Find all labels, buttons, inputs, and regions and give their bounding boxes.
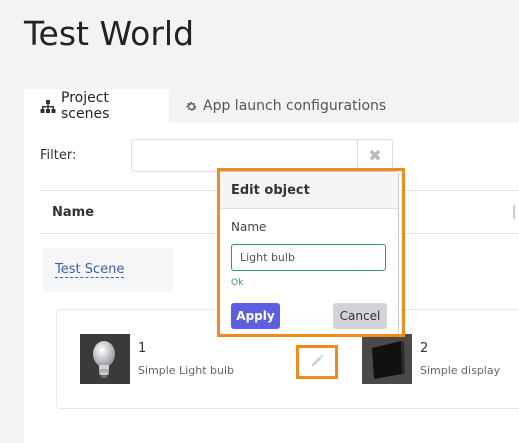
light-bulb-thumbnail[interactable] — [80, 334, 130, 384]
object-number: 2 — [420, 341, 429, 356]
name-label: Name — [231, 220, 267, 234]
page-title: Test World — [24, 14, 195, 53]
validation-message: Ok — [231, 278, 244, 288]
name-input[interactable] — [231, 244, 386, 271]
tab-project-scenes[interactable]: Project scenes — [24, 89, 169, 123]
edit-object-popover: Edit object Name Ok Apply Cancel — [219, 171, 399, 335]
cancel-button[interactable]: Cancel — [333, 303, 387, 329]
sitemap-icon — [40, 99, 56, 113]
tab-label: App launch configurations — [203, 98, 387, 114]
tab-label: Project scenes — [61, 90, 110, 122]
object-description: Simple Light bulb — [138, 364, 234, 377]
filter-input[interactable] — [131, 139, 357, 172]
tab-app-launch-configurations[interactable]: App launch configurations — [169, 89, 402, 123]
scene-row: Test Scene — [43, 248, 173, 292]
scene-name-link[interactable]: Test Scene — [55, 262, 125, 278]
object-number: 1 — [138, 341, 147, 356]
apply-button[interactable]: Apply — [231, 303, 280, 329]
column-header-name: Name — [52, 205, 95, 220]
popover-title: Edit object — [220, 172, 398, 209]
display-thumbnail[interactable] — [362, 334, 412, 384]
filter-clear-button[interactable]: ✖ — [357, 139, 393, 172]
column-resize-handle[interactable] — [513, 205, 515, 219]
close-icon: ✖ — [368, 146, 382, 165]
filter-label: Filter: — [40, 148, 77, 163]
edit-object-button[interactable] — [296, 345, 338, 379]
object-description: Simple display — [420, 364, 501, 377]
gear-icon — [185, 100, 198, 113]
pencil-icon — [309, 352, 325, 372]
